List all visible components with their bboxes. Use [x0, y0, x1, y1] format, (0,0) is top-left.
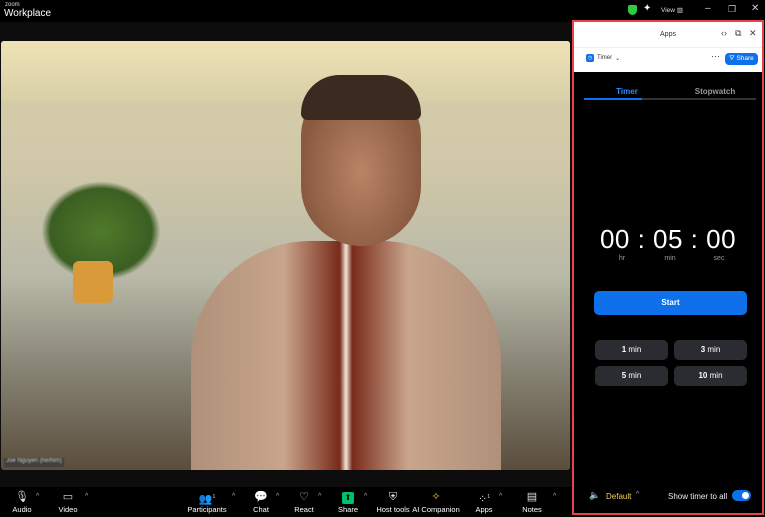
show-timer-label: Show timer to all	[668, 492, 728, 501]
notes-icon: ▤	[526, 491, 538, 503]
preset-1-min[interactable]: 1 min	[595, 340, 668, 360]
speaker-icon: 🔈	[589, 490, 601, 500]
close-panel-icon[interactable]: ✕	[749, 28, 757, 39]
preset-unit: min	[707, 345, 721, 354]
video-options-caret[interactable]: ^	[85, 493, 88, 500]
preset-5-min[interactable]: 5 min	[595, 366, 668, 386]
sparkle-icon: ✧	[431, 491, 441, 503]
preset-num: 1	[621, 345, 627, 354]
logo-workplace: Workplace	[4, 8, 52, 19]
apps-panel: Apps ‹› ⧉ ✕ ◷ Timer ⌄ ··· ⛛ Share Timer St…	[572, 20, 764, 515]
share-caret[interactable]: ^	[364, 493, 367, 500]
notes-label: Notes	[522, 505, 542, 514]
preset-3-min[interactable]: 3 min	[674, 340, 747, 360]
close-window-icon[interactable]: ✕	[751, 3, 759, 14]
participants-button[interactable]: 👥1 Participants	[182, 490, 232, 514]
audio-options-caret[interactable]: ^	[36, 493, 39, 500]
restore-icon[interactable]: ❐	[728, 4, 736, 15]
participant-video[interactable]	[1, 41, 570, 470]
view-label: View	[661, 7, 675, 14]
participant-name-tag: Joe Nguyen (he/him)	[4, 458, 64, 467]
preset-num: 10	[698, 371, 708, 380]
audio-label: Audio	[12, 505, 32, 514]
apps-label: Apps	[475, 505, 493, 514]
minimize-icon[interactable]: –	[705, 3, 711, 14]
unit-hr: hr	[618, 255, 626, 262]
ai-companion-button[interactable]: ✧ AI Companion	[408, 490, 464, 514]
chevron-down-icon: ⌄	[615, 55, 621, 62]
preset-num: 3	[700, 345, 706, 354]
tab-stopwatch[interactable]: Stopwatch	[674, 87, 756, 96]
participants-glyph: 👥	[198, 493, 213, 506]
plant-pot	[73, 261, 113, 303]
start-button[interactable]: Start	[594, 291, 747, 315]
heart-icon: ♡	[299, 491, 309, 503]
video-label: Video	[58, 505, 78, 514]
app-selector[interactable]: ◷ Timer ⌄	[586, 54, 620, 62]
timer-display[interactable]: 00 : 05 : 00	[574, 224, 762, 255]
pop-out-icon[interactable]: ⧉	[735, 28, 741, 39]
app-name: Timer	[597, 55, 613, 61]
ceiling	[1, 41, 570, 101]
tab-active-indicator	[584, 98, 642, 100]
meeting-toolbar: 🎙 Audio ^ ▭ Video ^ 👥1 Participants ^ 💬 Chat…	[0, 487, 572, 517]
apps-count: 1	[487, 494, 490, 500]
timer-app-icon: ◷	[586, 54, 594, 62]
notes-caret[interactable]: ^	[553, 493, 556, 500]
participants-count: 1	[212, 494, 216, 500]
preset-unit: min	[628, 345, 642, 354]
preset-10-min[interactable]: 10 min	[674, 366, 747, 386]
participants-icon: 👥1	[182, 490, 232, 506]
react-button[interactable]: ♡ React	[279, 490, 329, 514]
shirt	[191, 241, 501, 470]
react-label: React	[294, 505, 314, 514]
sound-caret-icon[interactable]: ^	[636, 491, 639, 498]
panel-title: Apps	[660, 31, 676, 38]
notes-button[interactable]: ▤ Notes	[507, 490, 557, 514]
apps-caret[interactable]: ^	[499, 493, 502, 500]
unit-min: min	[664, 255, 676, 262]
share-app-label: Share	[736, 55, 754, 62]
share-glyph: ⬆	[342, 492, 354, 504]
panel-header: Apps ‹› ⧉ ✕ ◷ Timer ⌄ ··· ⛛ Share	[574, 22, 762, 72]
tab-timer[interactable]: Timer	[586, 87, 668, 96]
grid-icon: ▥	[676, 7, 683, 14]
preset-unit: min	[628, 371, 642, 380]
code-icon[interactable]: ‹›	[721, 28, 727, 38]
sound-selector[interactable]: Default	[606, 492, 631, 501]
show-timer-toggle[interactable]	[732, 490, 751, 501]
apps-glyph: ⁘	[478, 493, 488, 506]
unit-sec: sec	[713, 255, 725, 262]
more-options-icon[interactable]: ···	[711, 51, 720, 61]
ai-companion-label: AI Companion	[412, 505, 460, 514]
participants-label: Participants	[187, 505, 227, 514]
divider	[574, 47, 762, 48]
share-label: Share	[337, 505, 358, 514]
security-shield-icon[interactable]	[628, 5, 637, 15]
view-button[interactable]: View ▥	[661, 6, 683, 14]
preset-unit: min	[709, 371, 723, 380]
ai-sparkle-icon[interactable]: ✦	[643, 3, 651, 14]
title-bar: zoom Workplace ✦ View ▥ – ❐ ✕	[0, 0, 765, 22]
participants-caret[interactable]: ^	[232, 493, 235, 500]
preset-num: 5	[621, 371, 627, 380]
share-app-button[interactable]: ⛛ Share	[725, 53, 758, 65]
hair	[301, 75, 421, 120]
react-caret[interactable]: ^	[318, 493, 321, 500]
